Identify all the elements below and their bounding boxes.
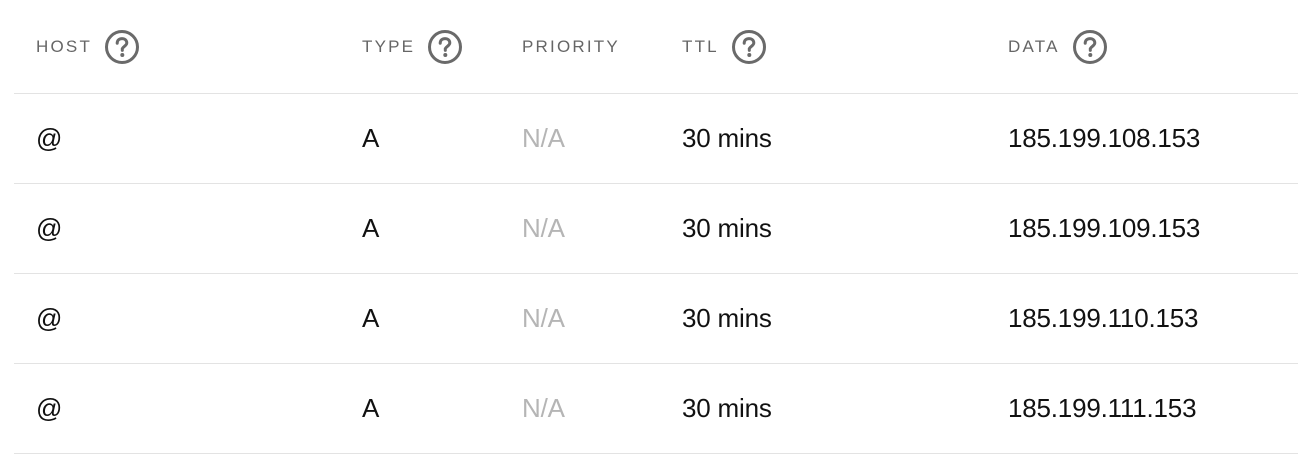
question-circle-icon[interactable] <box>731 29 767 65</box>
priority-value: N/A <box>522 213 565 243</box>
column-header-data: DATA <box>1008 0 1108 93</box>
column-header-ttl: TTL <box>682 0 767 93</box>
ttl-value: 30 mins <box>682 213 772 243</box>
column-header-priority: PRIORITY <box>522 0 620 93</box>
data-value: 185.199.110.153 <box>1008 303 1199 333</box>
priority-value: N/A <box>522 393 565 423</box>
type-value: A <box>362 303 380 333</box>
data-value: 185.199.109.153 <box>1008 213 1201 243</box>
data-value: 185.199.111.153 <box>1008 393 1197 423</box>
priority-value: N/A <box>522 123 565 153</box>
table-row: @ A N/A 30 mins 185.199.111.153 <box>14 364 1298 454</box>
table-row: @ A N/A 30 mins 185.199.109.153 <box>14 184 1298 274</box>
column-header-ttl-label: TTL <box>682 36 719 56</box>
table-row: @ A N/A 30 mins 185.199.110.153 <box>14 274 1298 364</box>
column-header-type: TYPE <box>362 0 463 93</box>
host-value: @ <box>36 303 63 333</box>
host-value: @ <box>36 213 63 243</box>
ttl-value: 30 mins <box>682 303 772 333</box>
question-circle-icon[interactable] <box>104 29 140 65</box>
column-header-type-label: TYPE <box>362 36 416 56</box>
column-header-host: HOST <box>36 0 140 93</box>
column-header-host-label: HOST <box>36 36 93 56</box>
ttl-value: 30 mins <box>682 393 772 423</box>
data-value: 185.199.108.153 <box>1008 123 1201 153</box>
dns-records-table: HOST TYPE PRIORITY TTL DATA @ A N/A 30 m… <box>14 0 1298 454</box>
ttl-value: 30 mins <box>682 123 772 153</box>
table-row: @ A N/A 30 mins 185.199.108.153 <box>14 94 1298 184</box>
table-header: HOST TYPE PRIORITY TTL DATA <box>14 0 1298 94</box>
priority-value: N/A <box>522 303 565 333</box>
host-value: @ <box>36 393 63 423</box>
type-value: A <box>362 213 380 243</box>
question-circle-icon[interactable] <box>1072 29 1108 65</box>
column-header-priority-label: PRIORITY <box>522 36 620 56</box>
type-value: A <box>362 123 380 153</box>
column-header-data-label: DATA <box>1008 36 1060 56</box>
host-value: @ <box>36 123 63 153</box>
question-circle-icon[interactable] <box>427 29 463 65</box>
type-value: A <box>362 393 380 423</box>
